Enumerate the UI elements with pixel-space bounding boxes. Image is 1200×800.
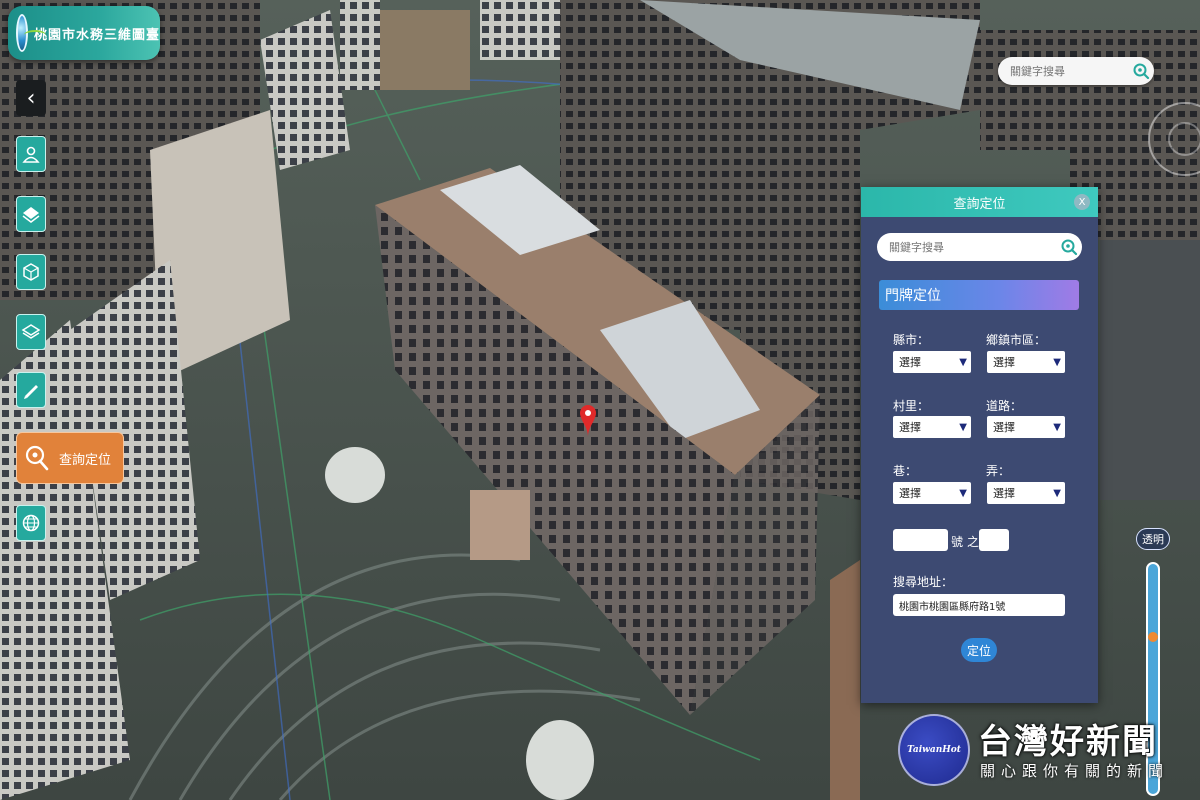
top-search-bar[interactable] (998, 57, 1154, 85)
news-watermark: TaiwanHot 台灣好新聞 關心跟你有關的新聞 (898, 710, 1188, 790)
search-icon[interactable] (1060, 238, 1078, 256)
alley-label: 弄： (986, 464, 1011, 478)
opacity-slider-thumb[interactable] (1148, 632, 1158, 642)
chevron-left-icon: ‹ (26, 85, 36, 111)
caret-down-icon: ▼ (1053, 421, 1061, 433)
sidebar-item-measure[interactable] (16, 372, 46, 408)
app-logo[interactable]: 桃園市水務三維圖臺 (8, 6, 160, 60)
address-input[interactable]: 桃園市桃園區縣府路1號 (893, 594, 1065, 616)
app-title: 桃園市水務三維圖臺 (33, 27, 160, 43)
sidebar-item-person[interactable] (16, 136, 46, 172)
address-label: 搜尋地址： (893, 575, 954, 589)
taiwanhot-logo: TaiwanHot (898, 714, 970, 786)
globe-icon (22, 514, 40, 532)
watermark-brand: TaiwanHot (907, 745, 961, 755)
county-select-value: 選擇 (899, 356, 921, 369)
search-icon[interactable] (1132, 62, 1150, 80)
lane-select[interactable]: 選擇 ▼ (893, 482, 971, 504)
sidebar-item-label: 查詢定位 (59, 452, 112, 468)
road-label: 道路： (986, 399, 1023, 413)
lane-label: 巷： (893, 464, 918, 478)
district-select[interactable]: 選擇 ▼ (987, 351, 1065, 373)
panel-search-bar[interactable] (877, 233, 1082, 261)
caret-down-icon: ▼ (959, 487, 967, 499)
ruler-pencil-icon (24, 385, 38, 399)
opacity-toggle-button[interactable]: 透明 (1136, 528, 1170, 550)
village-label: 村里： (893, 399, 930, 413)
locate-button[interactable]: 定位 (961, 638, 997, 662)
close-icon[interactable]: X (1074, 194, 1090, 210)
sidebar-item-globe[interactable] (16, 505, 46, 541)
caret-down-icon: ▼ (1053, 487, 1061, 499)
section-address-locate[interactable]: 門牌定位 (879, 280, 1079, 310)
caret-down-icon: ▼ (959, 421, 967, 433)
panel-title: 查詢定位 (953, 196, 1006, 212)
globe-logo-icon (16, 14, 46, 52)
sidebar-item-query-locate[interactable]: 查詢定位 (16, 432, 124, 484)
panel-header: 查詢定位 X (861, 187, 1098, 217)
county-select[interactable]: 選擇 ▼ (893, 351, 971, 373)
sidebar-item-layers[interactable] (16, 314, 46, 350)
caret-down-icon: ▼ (1053, 356, 1061, 368)
sidebar-item-3d-tool[interactable] (16, 254, 46, 290)
layers-icon (21, 324, 41, 339)
county-label: 縣市： (893, 333, 930, 347)
query-locate-panel: 查詢定位 X 門牌定位 縣市： 鄉鎮市區： 選擇 ▼ 選擇 ▼ 村里： 道路： 選擇… (861, 187, 1098, 703)
village-select[interactable]: 選擇 ▼ (893, 416, 971, 438)
person-icon (22, 146, 40, 163)
top-search-input[interactable] (1008, 63, 1132, 79)
watermark-title: 台灣好新聞 (978, 722, 1158, 762)
road-select[interactable]: 選擇 ▼ (987, 416, 1065, 438)
box-tool-icon (23, 263, 39, 281)
road-select-value: 選擇 (993, 421, 1015, 434)
lane-select-value: 選擇 (899, 487, 921, 500)
layer-card-icon (22, 207, 40, 223)
sub-number-input[interactable] (979, 529, 1009, 551)
of-label: 之 (967, 535, 980, 549)
district-label: 鄉鎮市區： (986, 333, 1047, 347)
house-number-input[interactable] (893, 529, 948, 551)
caret-down-icon: ▼ (959, 356, 967, 368)
village-select-value: 選擇 (899, 421, 921, 434)
search-icon (25, 445, 49, 471)
number-suffix-label: 號 (951, 535, 964, 549)
panel-search-input[interactable] (887, 239, 1060, 255)
watermark-subtitle: 關心跟你有關的新聞 (980, 762, 1170, 780)
alley-select-value: 選擇 (993, 487, 1015, 500)
alley-select[interactable]: 選擇 ▼ (987, 482, 1065, 504)
sidebar-item-map-card[interactable] (16, 196, 46, 232)
district-select-value: 選擇 (993, 356, 1015, 369)
collapse-sidebar-button[interactable]: ‹ (16, 80, 46, 116)
